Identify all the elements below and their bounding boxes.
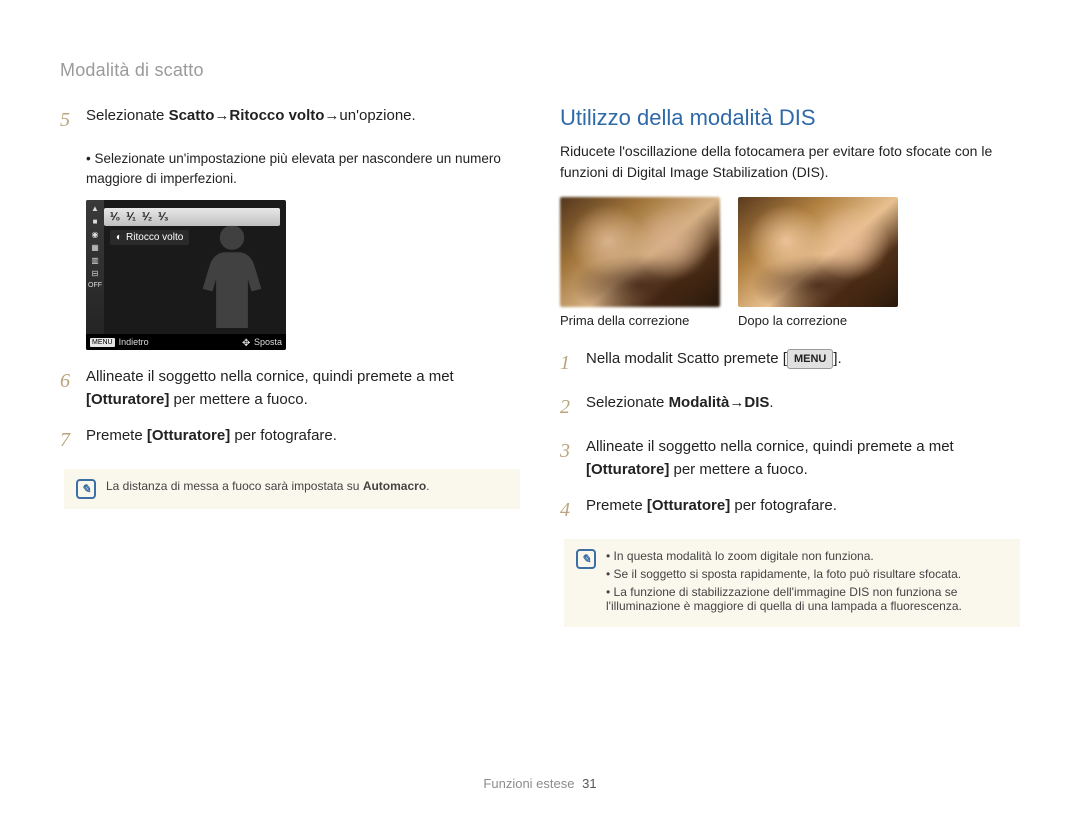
- section-description: Riducete l'oscillazione della fotocamera…: [560, 141, 1020, 183]
- arrow-icon: →: [729, 392, 744, 415]
- step-number: 6: [60, 366, 74, 411]
- note-item: Se il soggetto si sposta rapidamente, la…: [606, 567, 1008, 581]
- note-list: In questa modalità lo zoom digitale non …: [606, 549, 1008, 617]
- step-3: 3 Allineate il soggetto nella cornice, q…: [560, 436, 1020, 481]
- lcd-sidebar-icon: ■: [93, 217, 98, 226]
- lcd-sidebar-icon: ⊟: [92, 269, 99, 278]
- lcd-sidebar-icon: ▲: [91, 204, 99, 213]
- step-number: 5: [60, 105, 74, 135]
- menu-button-icon: MENU: [787, 349, 833, 370]
- lcd-mode-label: ◐Ritocco volto: [110, 230, 189, 245]
- step2-tail: .: [769, 394, 773, 411]
- step-5: 5 Selezionate Scatto → Ritocco volto → u…: [60, 105, 520, 135]
- step2-bold-dis: DIS: [744, 394, 769, 411]
- step5-text-a: Selezionate: [86, 107, 169, 124]
- arrow-icon: →: [324, 105, 339, 128]
- photo-after: [738, 197, 898, 307]
- lcd-option: ⅟₀: [110, 212, 120, 223]
- right-column: Utilizzo della modalità DIS Riducete l'o…: [560, 105, 1020, 627]
- section-title: Utilizzo della modalità DIS: [560, 105, 1020, 131]
- step-4: 4 Premete [Otturatore] per fotografare.: [560, 495, 1020, 525]
- note-item: In questa modalità lo zoom digitale non …: [606, 549, 1008, 563]
- lcd-bottom-bar: MENU Indietro Sposta: [86, 334, 286, 350]
- step3-text-c: per mettere a fuoco.: [669, 461, 807, 478]
- left-column: 5 Selezionate Scatto → Ritocco volto → u…: [60, 105, 520, 627]
- step-7: 7 Premete [Otturatore] per fotografare.: [60, 425, 520, 455]
- step-1: 1 Nella modalit Scatto premete [MENU].: [560, 348, 1020, 378]
- step1-text-b: ].: [833, 350, 841, 367]
- photo-before: [560, 197, 720, 307]
- step6-text-a: Allineate il soggetto nella cornice, qui…: [86, 368, 454, 385]
- step3-text-a: Allineate il soggetto nella cornice, qui…: [586, 438, 954, 455]
- note-icon: ✎: [76, 479, 96, 499]
- step-number: 7: [60, 425, 74, 455]
- lcd-option: ⅟₁: [126, 212, 136, 223]
- step1-text-a: Nella modalit Scatto premete [: [586, 350, 787, 367]
- step-6: 6 Allineate il soggetto nella cornice, q…: [60, 366, 520, 411]
- step2-bold-modalita: Modalità: [669, 394, 730, 411]
- lcd-move-label: Sposta: [254, 337, 282, 347]
- step4-text-c: per fotografare.: [730, 497, 837, 514]
- substep-5: Selezionate un'impostazione più elevata …: [86, 149, 520, 188]
- step2-text-a: Selezionate: [586, 394, 669, 411]
- step-number: 4: [560, 495, 574, 525]
- step-number: 3: [560, 436, 574, 481]
- page-footer: Funzioni estese 31: [0, 776, 1080, 791]
- note-box-left: ✎ La distanza di messa a fuoco sarà impo…: [64, 469, 520, 509]
- footer-label: Funzioni estese: [483, 776, 574, 791]
- lcd-back-label: Indietro: [119, 337, 149, 347]
- note-text: La distanza di messa a fuoco sarà impost…: [106, 479, 430, 493]
- step7-bold: [Otturatore]: [147, 427, 230, 444]
- person-silhouette-icon: [192, 218, 272, 328]
- footer-page: 31: [582, 776, 596, 791]
- step-2: 2 Selezionate Modalità → DIS.: [560, 392, 1020, 422]
- step3-bold: [Otturatore]: [586, 461, 669, 478]
- nav-diamond-icon: [242, 338, 250, 346]
- note-item: La funzione di stabilizzazione dell'imma…: [606, 585, 1008, 613]
- camera-lcd: ▲ ■ ◉ ▦ ▥ ⊟ OFF ⅟₀ ⅟₁ ⅟₂ ⅟₃ ◐Ritocco vol…: [86, 200, 286, 350]
- step7-text-c: per fotografare.: [230, 427, 337, 444]
- photo-caption-before: Prima della correzione: [560, 313, 720, 328]
- note-icon: ✎: [576, 549, 596, 569]
- step-number: 1: [560, 348, 574, 378]
- step-number: 2: [560, 392, 574, 422]
- lcd-sidebar-icon: ◉: [92, 230, 99, 239]
- photo-caption-after: Dopo la correzione: [738, 313, 898, 328]
- lcd-option: ⅟₂: [142, 212, 152, 223]
- step6-text-c: per mettere a fuoco.: [169, 391, 307, 408]
- breadcrumb: Modalità di scatto: [60, 60, 1020, 81]
- step5-bold-ritocco: Ritocco volto: [229, 107, 324, 124]
- step7-text-a: Premete: [86, 427, 147, 444]
- photo-comparison: Prima della correzione Dopo la correzion…: [560, 197, 1020, 328]
- lcd-sidebar-icon: ▥: [91, 256, 99, 265]
- note-box-right: ✎ In questa modalità lo zoom digitale no…: [564, 539, 1020, 627]
- lcd-sidebar: ▲ ■ ◉ ▦ ▥ ⊟ OFF: [86, 200, 104, 350]
- lcd-sidebar-icon: OFF: [88, 282, 102, 289]
- arrow-icon: →: [214, 105, 229, 128]
- step4-text-a: Premete: [586, 497, 647, 514]
- lcd-option: ⅟₃: [158, 212, 168, 223]
- step5-text-tail: un'opzione.: [339, 107, 415, 124]
- step6-bold: [Otturatore]: [86, 391, 169, 408]
- step4-bold: [Otturatore]: [647, 497, 730, 514]
- step5-bold-scatto: Scatto: [169, 107, 215, 124]
- menu-chip: MENU: [90, 338, 115, 347]
- lcd-sidebar-icon: ▦: [91, 243, 99, 252]
